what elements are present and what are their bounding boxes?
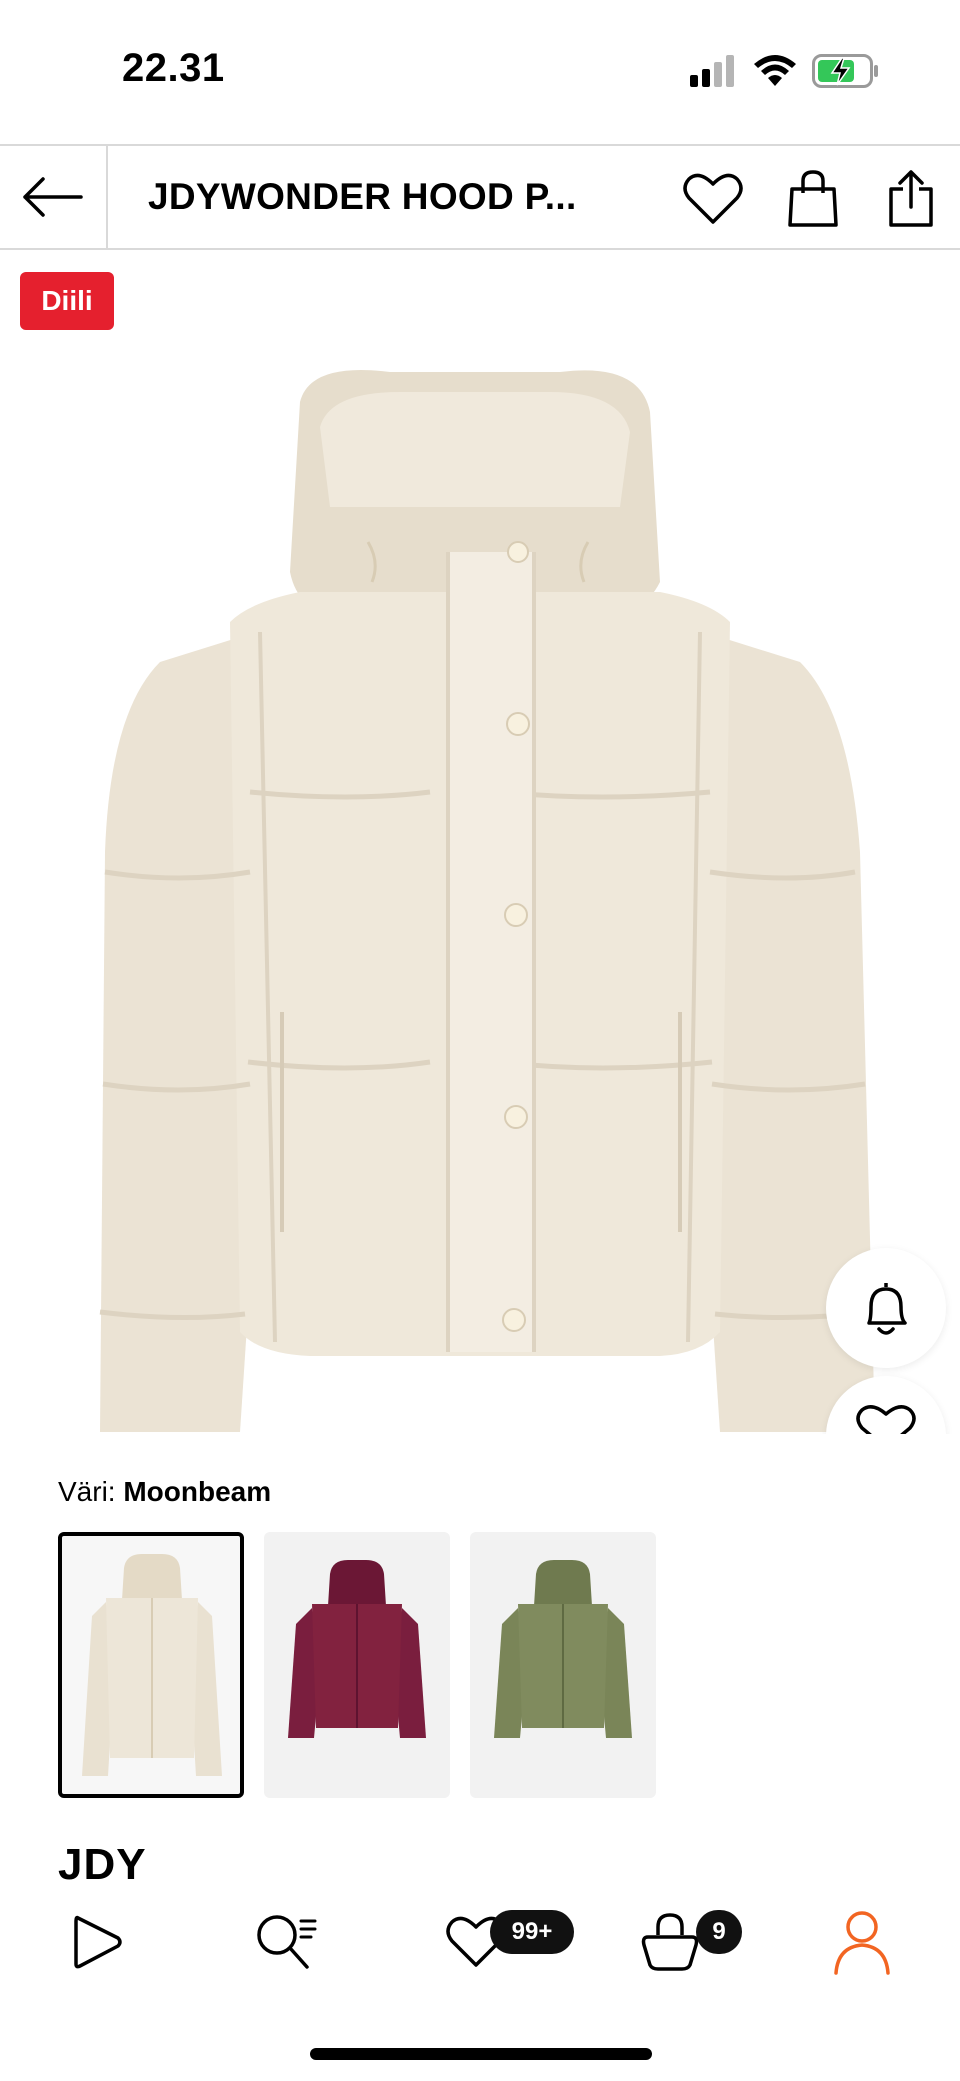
battery-charging-icon <box>812 54 878 88</box>
deal-badge: Diili <box>20 272 114 330</box>
bag-count-badge: 9 <box>696 1910 742 1954</box>
share-icon <box>889 170 933 227</box>
bell-icon <box>867 1283 907 1335</box>
bag-icon <box>641 1913 699 1971</box>
status-bar: 22.31 <box>0 0 960 142</box>
page-title: JDYWONDER HOOD P... <box>148 176 577 217</box>
swatch-burgundy[interactable] <box>264 1532 450 1798</box>
profile-icon <box>834 1911 890 1975</box>
brand-name: JDY <box>58 1840 147 1880</box>
nav-item-search[interactable] <box>246 1902 326 1982</box>
color-label-prefix: Väri: <box>58 1476 116 1507</box>
product-page: 22.31 JDYWONDER HOOD P... Diili Väri: Mo… <box>0 0 960 2081</box>
color-selected-value: Moonbeam <box>123 1476 272 1507</box>
play-icon <box>74 1915 122 1969</box>
product-header: JDYWONDER HOOD P... <box>0 144 960 250</box>
wishlist-button[interactable] <box>682 168 744 230</box>
wishlist-count-badge: 99+ <box>490 1910 574 1954</box>
nav-item-play[interactable] <box>56 1902 136 1982</box>
wifi-icon <box>754 55 796 86</box>
bottom-navigation: 99+ 9 <box>0 1880 960 2000</box>
shopping-bag-icon <box>788 170 838 227</box>
color-swatches <box>58 1532 656 1798</box>
heart-icon <box>856 1405 916 1434</box>
swatch-moonbeam[interactable] <box>58 1532 244 1798</box>
back-button[interactable] <box>0 146 108 248</box>
search-icon <box>257 1915 317 1969</box>
color-label: Väri: Moonbeam <box>58 1476 271 1508</box>
signal-bars-icon <box>690 55 734 87</box>
share-button[interactable] <box>880 168 942 230</box>
status-time: 22.31 <box>122 46 225 90</box>
bag-button[interactable] <box>782 168 844 230</box>
swatch-image <box>494 1560 632 1738</box>
swatch-olive[interactable] <box>470 1532 656 1798</box>
home-indicator[interactable] <box>310 2048 652 2060</box>
notify-button[interactable] <box>826 1248 946 1368</box>
heart-icon <box>683 173 743 224</box>
swatch-image <box>82 1554 222 1776</box>
jacket-image <box>99 370 875 1432</box>
product-image[interactable]: Diili <box>0 252 960 1434</box>
swatch-image <box>288 1560 426 1738</box>
arrow-left-icon <box>23 177 83 217</box>
nav-item-profile[interactable] <box>822 1902 902 1982</box>
